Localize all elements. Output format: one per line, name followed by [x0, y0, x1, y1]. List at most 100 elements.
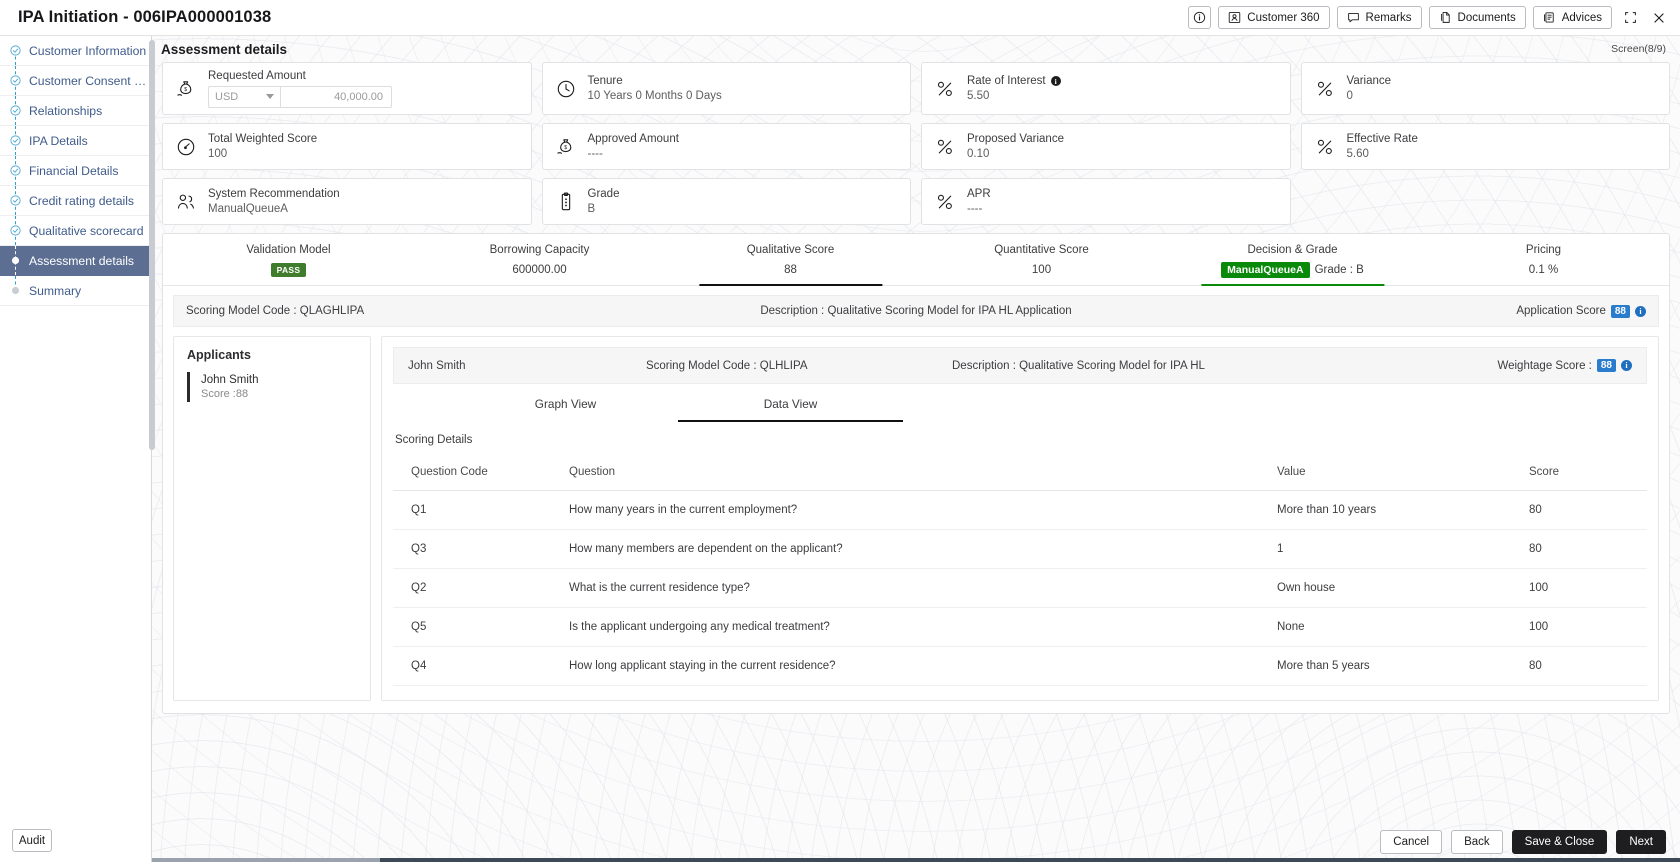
score-tab-label: Qualitative Score — [746, 244, 835, 256]
cell-question-code: Q3 — [393, 529, 553, 569]
expand-collapse-button[interactable] — [1619, 7, 1641, 29]
card-label: Variance — [1347, 75, 1658, 87]
table-row: Q2 What is the current residence type? O… — [393, 568, 1647, 608]
sidebar-item-qualitative-scorecard[interactable]: Qualitative scorecard — [0, 216, 151, 246]
close-button[interactable] — [1648, 7, 1670, 29]
applicant-list-item[interactable]: John Smith Score :88 — [187, 372, 370, 402]
currency-select[interactable]: USD — [208, 85, 280, 108]
weightage-score: Weightage Score : 88 i — [1383, 359, 1632, 372]
info-card: $ Approved Amount ---- — [541, 123, 911, 170]
cell-value: Own house — [1277, 568, 1529, 608]
gauge-icon — [177, 138, 195, 155]
sidebar-item-ipa-details[interactable]: IPA Details — [0, 126, 151, 156]
next-button[interactable]: Next — [1616, 830, 1666, 854]
step-complete-icon — [10, 105, 21, 116]
step-complete-icon — [10, 225, 21, 236]
cell-question-code: Q5 — [393, 607, 553, 647]
documents-button[interactable]: Documents — [1428, 6, 1526, 29]
score-tab-label: Borrowing Capacity — [489, 244, 590, 256]
cell-question: Is the applicant undergoing any medical … — [553, 607, 1277, 647]
score-tab-value: 0.1 % — [1528, 263, 1559, 276]
score-tab-qualitative-score[interactable]: Qualitative Score 88 — [665, 244, 916, 286]
application-score-label: Application Score — [1516, 305, 1606, 317]
step-complete-icon — [10, 195, 21, 206]
application-score-info-icon[interactable]: i — [1634, 305, 1646, 317]
info-card: APR ---- — [921, 178, 1291, 225]
score-tab-value-wrap: 0.1 % — [1418, 262, 1669, 277]
scoring-details-table: Question Code Question Value Score Q1 Ho… — [393, 466, 1647, 686]
card-value: 100 — [208, 148, 228, 160]
money-bag-icon: $ — [556, 138, 571, 154]
column-score: Score — [1529, 466, 1647, 491]
card-icon — [1314, 78, 1336, 100]
user-card-icon — [1229, 12, 1241, 23]
documents-label: Documents — [1457, 11, 1516, 24]
card-body: Approved Amount ---- — [588, 133, 899, 160]
sidebar-item-label: Qualitative scorecard — [29, 223, 144, 238]
info-card: Rate of Interest i 5.50 — [921, 62, 1291, 115]
cell-value: 1 — [1277, 529, 1529, 569]
advices-label: Advices — [1561, 11, 1602, 24]
back-button[interactable]: Back — [1451, 830, 1503, 854]
cell-question-code: Q1 — [393, 490, 553, 530]
table-header-row: Question Code Question Value Score — [393, 466, 1647, 491]
advices-button[interactable]: Advices — [1532, 6, 1612, 29]
card-label-text: Approved Amount — [587, 133, 679, 145]
detail-applicant-name: John Smith — [408, 359, 466, 372]
card-icon — [934, 136, 956, 158]
decision-grade-text: Grade : B — [1314, 264, 1364, 276]
card-label: Grade — [588, 188, 899, 200]
sidebar-item-relationships[interactable]: Relationships — [0, 96, 151, 126]
cancel-button[interactable]: Cancel — [1380, 830, 1443, 854]
card-icon: $ — [175, 78, 197, 100]
save-and-close-button[interactable]: Save & Close — [1511, 830, 1608, 854]
weightage-score-label: Weightage Score : — [1497, 359, 1592, 372]
remarks-button[interactable]: Remarks — [1336, 6, 1422, 29]
card-body: Proposed Variance 0.10 — [967, 133, 1278, 160]
sidebar-item-customer-information[interactable]: Customer Information — [0, 36, 151, 66]
sidebar-scrollbar[interactable] — [149, 40, 155, 450]
card-value: ManualQueueA — [208, 203, 288, 215]
sidebar-item-credit-rating-details[interactable]: Credit rating details — [0, 186, 151, 216]
cell-score: 100 — [1529, 568, 1647, 608]
table-header: Question Code Question Value Score — [393, 466, 1647, 491]
sidebar-item-assessment-details[interactable]: Assessment details — [0, 246, 151, 276]
sidebar-item-label: Credit rating details — [29, 193, 134, 208]
card-value: 0 — [1346, 90, 1353, 102]
score-tab-validation-model[interactable]: Validation Model PASS — [163, 244, 414, 285]
card-label-text: Variance — [1346, 75, 1392, 87]
card-body: Tenure 10 Years 0 Months 0 Days — [588, 75, 899, 102]
info-icon — [1194, 11, 1206, 24]
card-label-text: Total Weighted Score — [208, 133, 318, 145]
step-complete-icon — [10, 135, 21, 146]
score-tab-borrowing-capacity[interactable]: Borrowing Capacity 600000.00 — [414, 244, 665, 285]
score-tab-pricing[interactable]: Pricing 0.1 % — [1418, 244, 1669, 285]
cell-value: None — [1277, 607, 1529, 647]
validation-pass-badge: PASS — [270, 262, 307, 277]
rate-of-interest-info-icon[interactable]: i — [1050, 76, 1061, 86]
customer-360-button[interactable]: Customer 360 — [1218, 6, 1330, 29]
sidebar-item-customer-consent-and[interactable]: Customer Consent and … — [0, 66, 151, 96]
card-body: Requested Amount USD — [208, 70, 519, 108]
card-value: 5.50 — [967, 90, 990, 102]
score-tab-label: Decision & Grade — [1247, 244, 1338, 256]
main-area: Assessment details Screen(8/9) $ Request… — [152, 36, 1680, 862]
sidebar-item-financial-details[interactable]: Financial Details — [0, 156, 151, 186]
info-card: Tenure 10 Years 0 Months 0 Days — [541, 62, 911, 115]
weightage-score-info-icon[interactable]: i — [1620, 360, 1632, 371]
tab-graph-view[interactable]: Graph View — [453, 397, 678, 422]
svg-text:$: $ — [184, 87, 187, 93]
percent-icon — [937, 139, 952, 154]
score-tab-decision-grade[interactable]: Decision & Grade ManualQueueA Grade : B — [1167, 244, 1418, 286]
info-button[interactable] — [1188, 6, 1212, 29]
column-question: Question — [553, 466, 1277, 491]
requested-amount-input[interactable] — [280, 85, 392, 108]
card-label-text: Tenure — [587, 75, 623, 87]
tab-data-view[interactable]: Data View — [678, 397, 903, 422]
applicant-score: Score :88 — [201, 388, 249, 400]
cell-score: 100 — [1529, 607, 1647, 647]
applicants-title: Applicants — [187, 348, 251, 362]
scoring-model-bar: Scoring Model Code : QLAGHLIPA Descripti… — [173, 295, 1659, 327]
score-tab-quantitative-score[interactable]: Quantitative Score 100 — [916, 244, 1167, 285]
sidebar-item-summary[interactable]: Summary — [0, 276, 151, 306]
